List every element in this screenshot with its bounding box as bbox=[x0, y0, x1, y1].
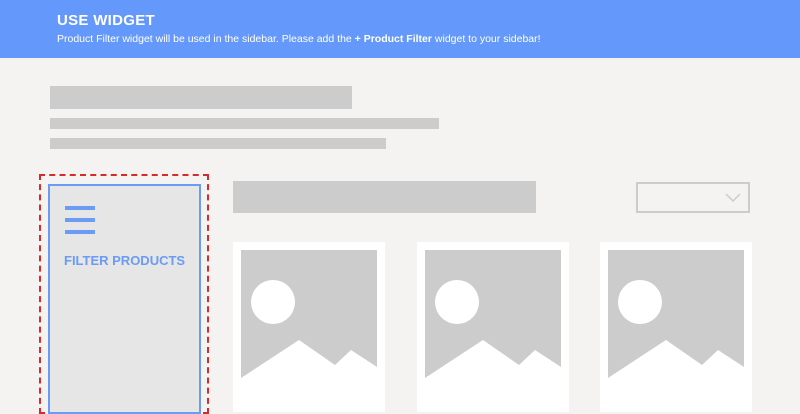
filter-products-widget[interactable]: FILTER PRODUCTS bbox=[48, 184, 201, 414]
banner-message: Product Filter widget will be used in th… bbox=[57, 33, 541, 45]
product-card[interactable] bbox=[417, 242, 569, 412]
banner-title: USE WIDGET bbox=[57, 12, 156, 29]
filter-products-label: FILTER PRODUCTS bbox=[64, 253, 186, 268]
page-title-placeholder bbox=[50, 86, 352, 109]
image-placeholder-icon bbox=[241, 250, 377, 380]
image-placeholder-icon bbox=[425, 250, 561, 380]
text-line-placeholder bbox=[50, 138, 386, 149]
text-line-placeholder bbox=[50, 118, 439, 129]
use-widget-banner: USE WIDGET Product Filter widget will be… bbox=[0, 0, 800, 58]
result-count-placeholder bbox=[233, 181, 536, 213]
product-card[interactable] bbox=[600, 242, 752, 412]
chevron-down-icon bbox=[725, 193, 741, 203]
banner-message-highlight: + Product Filter bbox=[354, 33, 432, 45]
product-card[interactable] bbox=[233, 242, 385, 412]
hamburger-menu-icon[interactable] bbox=[65, 206, 95, 238]
banner-message-end: widget to your sidebar! bbox=[431, 33, 541, 45]
sort-select[interactable] bbox=[636, 182, 750, 213]
image-placeholder-icon bbox=[608, 250, 744, 380]
banner-message-start: Product Filter widget will be used in th… bbox=[57, 33, 355, 45]
